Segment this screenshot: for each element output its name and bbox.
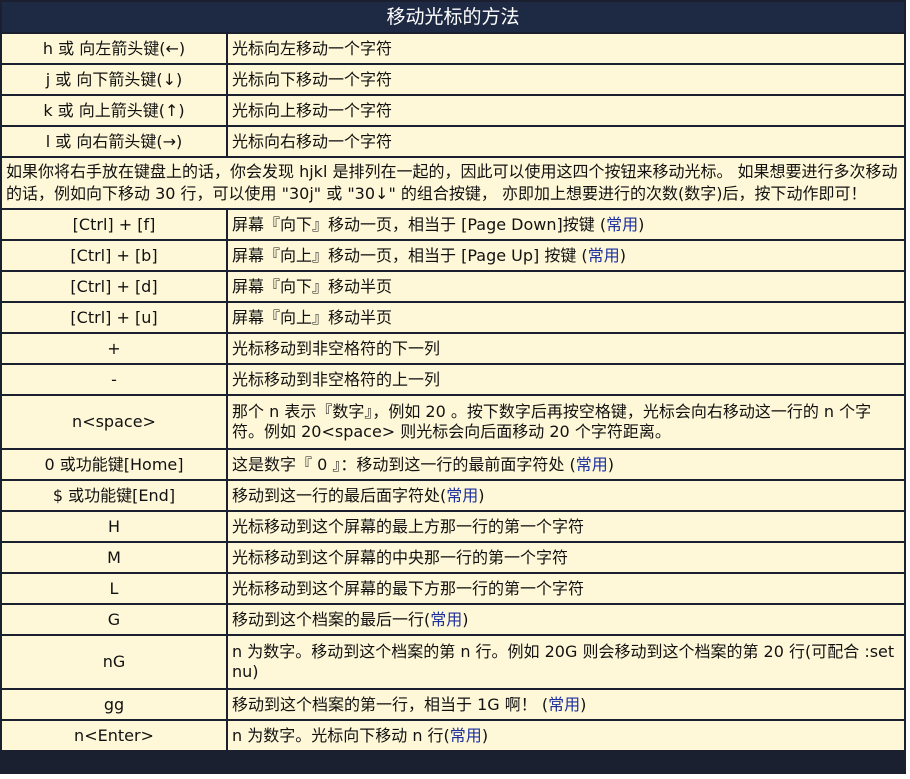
desc-text: 移动到这个档案的第一行，相当于 1G 啊！ ( — [232, 694, 549, 714]
table-row: n<Enter> n 为数字。光标向下移动 n 行(常用) — [2, 721, 904, 750]
key-cell: [Ctrl] + [b] — [2, 241, 228, 270]
desc-cell: 光标移动到这个屏幕的最上方那一行的第一个字符 — [228, 512, 904, 541]
key-cell: l 或 向右箭头键(→) — [2, 127, 228, 156]
table-row: [Ctrl] + [b] 屏幕『向上』移动一页，相当于 [Page Up] 按键 … — [2, 241, 904, 270]
table-row: + 光标移动到非空格符的下一列 — [2, 334, 904, 363]
table-row: n<space> 那个 n 表示『数字』，例如 20 。按下数字后再按空格键，光标… — [2, 396, 904, 448]
key-cell: L — [2, 574, 228, 603]
desc-cell: 光标向左移动一个字符 — [228, 34, 904, 63]
table-row: gg 移动到这个档案的第一行，相当于 1G 啊！ (常用) — [2, 690, 904, 719]
desc-cell: 光标向下移动一个字符 — [228, 65, 904, 94]
table-row: nG n 为数字。移动到这个档案的第 n 行。例如 20G 则会移动到这个档案的第… — [2, 636, 904, 688]
desc-text: 屏幕『向上』移动半页 — [232, 307, 393, 327]
desc-text: 这是数字『 0 』：移动到这一行的最前面字符处 ( — [232, 454, 576, 474]
desc-cell: 移动到这一行的最后面字符处(常用) — [228, 481, 904, 510]
desc-cell: 那个 n 表示『数字』，例如 20 。按下数字后再按空格键，光标会向右移动这一行… — [228, 396, 904, 448]
table-row: H 光标移动到这个屏幕的最上方那一行的第一个字符 — [2, 512, 904, 541]
desc-text: n 为数字。移动到这个档案的第 n 行。例如 20G 则会移动到这个档案的第 2… — [232, 642, 895, 681]
desc-cell: 这是数字『 0 』：移动到这一行的最前面字符处 (常用) — [228, 450, 904, 479]
common-tag: 常用 — [606, 214, 639, 234]
desc-cell: n 为数字。移动到这个档案的第 n 行。例如 20G 则会移动到这个档案的第 2… — [228, 636, 904, 688]
desc-cell: 屏幕『向上』移动半页 — [228, 303, 904, 332]
desc-text: 光标移动到非空格符的上一列 — [232, 369, 441, 389]
desc-end: ) — [619, 245, 626, 265]
common-tag: 常用 — [449, 725, 482, 745]
table-row: G 移动到这个档案的最后一行(常用) — [2, 605, 904, 634]
desc-end: ) — [607, 454, 614, 474]
key-cell: n<space> — [2, 396, 228, 448]
common-tag: 常用 — [430, 609, 463, 629]
key-cell: n<Enter> — [2, 721, 228, 750]
table-row: 0 或功能键[Home] 这是数字『 0 』：移动到这一行的最前面字符处 (常用) — [2, 450, 904, 479]
desc-text: 光标移动到这个屏幕的最下方那一行的第一个字符 — [232, 578, 585, 598]
key-cell: nG — [2, 636, 228, 688]
table-row: h 或 向左箭头键(←) 光标向左移动一个字符 — [2, 34, 904, 63]
table-row: [Ctrl] + [f] 屏幕『向下』移动一页，相当于 [Page Down]按键… — [2, 210, 904, 239]
desc-text: n 为数字。光标向下移动 n 行( — [232, 725, 450, 745]
desc-cell: 屏幕『向下』移动一页，相当于 [Page Down]按键 (常用) — [228, 210, 904, 239]
desc-cell: 移动到这个档案的最后一行(常用) — [228, 605, 904, 634]
desc-cell: 移动到这个档案的第一行，相当于 1G 啊！ (常用) — [228, 690, 904, 719]
key-cell: G — [2, 605, 228, 634]
desc-end: ) — [481, 725, 489, 745]
key-cell: k 或 向上箭头键(↑) — [2, 96, 228, 125]
desc-cell: 光标移动到这个屏幕的最下方那一行的第一个字符 — [228, 574, 904, 603]
desc-cell: 光标向上移动一个字符 — [228, 96, 904, 125]
desc-end: ) — [462, 609, 469, 629]
key-cell: $ 或功能键[End] — [2, 481, 228, 510]
common-tag: 常用 — [446, 485, 479, 505]
key-cell: [Ctrl] + [d] — [2, 272, 228, 301]
desc-text: 屏幕『向下』移动一页，相当于 [Page Down]按键 ( — [232, 214, 607, 234]
vim-cursor-table: 移动光标的方法 h 或 向左箭头键(←) 光标向左移动一个字符 j 或 向下箭头… — [0, 0, 906, 774]
desc-text: 移动到这一行的最后面字符处( — [232, 485, 447, 505]
desc-end: ) — [478, 485, 485, 505]
desc-text: 光标移动到这个屏幕的最上方那一行的第一个字符 — [232, 516, 585, 536]
table-title: 移动光标的方法 — [2, 2, 904, 32]
desc-text: 移动到这个档案的最后一行( — [232, 609, 431, 629]
desc-text: 那个 n 表示『数字』，例如 20 。按下数字后再按空格键，光标会向右移动这一行… — [232, 402, 872, 441]
table-row: M 光标移动到这个屏幕的中央那一行的第一个字符 — [2, 543, 904, 572]
desc-cell: n 为数字。光标向下移动 n 行(常用) — [228, 721, 904, 750]
desc-cell: 光标移动到非空格符的上一列 — [228, 365, 904, 394]
table-row: [Ctrl] + [d] 屏幕『向下』移动半页 — [2, 272, 904, 301]
table-row: $ 或功能键[End] 移动到这一行的最后面字符处(常用) — [2, 481, 904, 510]
desc-cell: 光标移动到这个屏幕的中央那一行的第一个字符 — [228, 543, 904, 572]
desc-text: 光标移动到非空格符的下一列 — [232, 338, 441, 358]
key-cell: gg — [2, 690, 228, 719]
common-tag: 常用 — [575, 454, 608, 474]
key-cell: - — [2, 365, 228, 394]
key-cell: M — [2, 543, 228, 572]
key-cell: [Ctrl] + [u] — [2, 303, 228, 332]
desc-cell: 屏幕『向上』移动一页，相当于 [Page Up] 按键 (常用) — [228, 241, 904, 270]
note-text: 如果你将右手放在键盘上的话，你会发现 hjkl 是排列在一起的，因此可以使用这四… — [2, 158, 904, 208]
table-row: [Ctrl] + [u] 屏幕『向上』移动半页 — [2, 303, 904, 332]
commands-table: h 或 向左箭头键(←) 光标向左移动一个字符 j 或 向下箭头键(↓) 光标向… — [2, 32, 904, 752]
desc-text: 屏幕『向上』移动一页，相当于 [Page Up] 按键 ( — [232, 245, 588, 265]
desc-cell: 光标移动到非空格符的下一列 — [228, 334, 904, 363]
table-row: k 或 向上箭头键(↑) 光标向上移动一个字符 — [2, 96, 904, 125]
key-cell: h 或 向左箭头键(←) — [2, 34, 228, 63]
note-row: 如果你将右手放在键盘上的话，你会发现 hjkl 是排列在一起的，因此可以使用这四… — [2, 158, 904, 208]
common-tag: 常用 — [548, 694, 581, 714]
desc-cell: 屏幕『向下』移动半页 — [228, 272, 904, 301]
table-row: l 或 向右箭头键(→) 光标向右移动一个字符 — [2, 127, 904, 156]
desc-text: 光标移动到这个屏幕的中央那一行的第一个字符 — [232, 547, 569, 567]
desc-end: ) — [638, 214, 645, 234]
key-cell: 0 或功能键[Home] — [2, 450, 228, 479]
table-row: - 光标移动到非空格符的上一列 — [2, 365, 904, 394]
common-tag: 常用 — [587, 245, 620, 265]
key-cell: + — [2, 334, 228, 363]
table-row: j 或 向下箭头键(↓) 光标向下移动一个字符 — [2, 65, 904, 94]
table-row: L 光标移动到这个屏幕的最下方那一行的第一个字符 — [2, 574, 904, 603]
key-cell: H — [2, 512, 228, 541]
key-cell: j 或 向下箭头键(↓) — [2, 65, 228, 94]
key-cell: [Ctrl] + [f] — [2, 210, 228, 239]
desc-text: 屏幕『向下』移动半页 — [232, 276, 393, 296]
desc-cell: 光标向右移动一个字符 — [228, 127, 904, 156]
desc-end: ) — [580, 694, 587, 714]
